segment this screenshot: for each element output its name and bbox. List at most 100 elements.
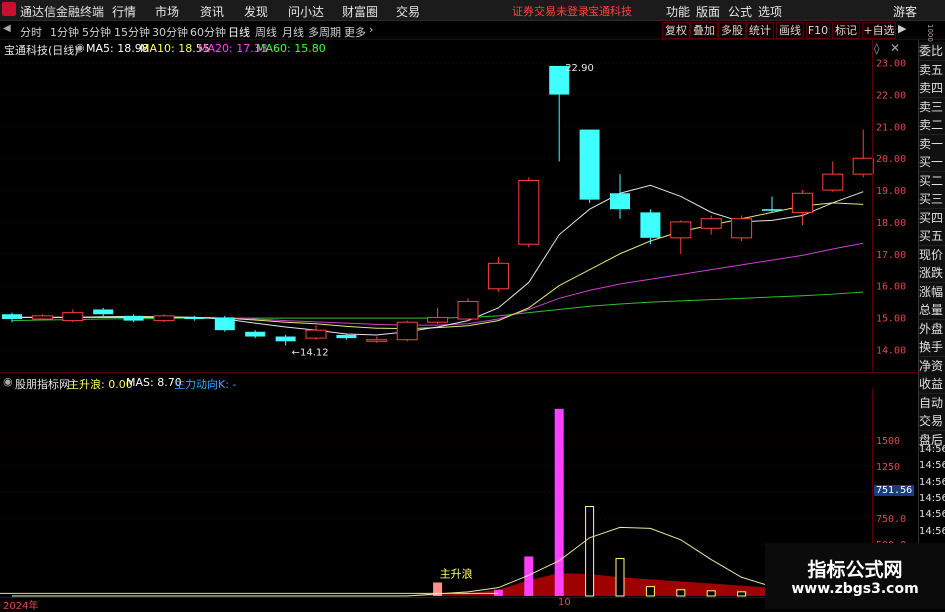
menu-wealth[interactable]: 财富圈	[342, 3, 378, 20]
side-panel-item[interactable]: 自动	[919, 393, 945, 413]
indicator-bar	[493, 589, 503, 596]
candle-body	[731, 218, 753, 239]
indicator-settings-icon[interactable]: ◉	[3, 375, 13, 388]
candle-body	[457, 301, 479, 320]
candle-body	[700, 218, 722, 229]
period-weekly[interactable]: 周线	[255, 24, 277, 40]
candle-body	[487, 262, 509, 290]
side-panel-time: 14:56	[919, 509, 945, 521]
more-chevron-icon[interactable]: ›	[369, 23, 373, 36]
indicator-bar	[706, 590, 716, 597]
main-wave-annotation: 主升浪	[440, 566, 473, 580]
menu-market-quotes[interactable]: 行情	[112, 3, 136, 20]
side-panel-item[interactable]: 买三	[919, 190, 945, 209]
add-watchlist-button[interactable]: +自选	[862, 22, 896, 39]
xaxis-month-label: 10	[558, 597, 571, 608]
menu-function[interactable]: 功能	[666, 3, 690, 20]
candle-body	[153, 315, 175, 322]
side-panel-item[interactable]: 卖三	[919, 97, 945, 117]
kline-chart[interactable]: 23.0022.0021.0020.0019.0018.0017.0016.00…	[0, 40, 918, 372]
menu-discover[interactable]: 发现	[244, 3, 268, 20]
candle-body	[579, 129, 600, 200]
f10-button[interactable]: F10	[806, 22, 830, 39]
side-panel-item[interactable]: 买四	[919, 208, 945, 228]
candle-body	[518, 180, 540, 245]
side-panel-item[interactable]: 买五	[919, 227, 945, 246]
multi-stock-button[interactable]: 多股	[718, 22, 746, 39]
user-label[interactable]: 游客	[893, 3, 917, 20]
period-15min[interactable]: 15分钟	[114, 24, 150, 40]
side-panel-item[interactable]: 现价	[919, 245, 945, 265]
candle-body	[62, 312, 84, 322]
period-daily[interactable]: 日线	[228, 24, 250, 40]
period-30min[interactable]: 30分钟	[152, 24, 188, 40]
period-more[interactable]: 更多	[344, 24, 366, 40]
menu-options[interactable]: 选项	[758, 3, 782, 20]
candle-body	[366, 339, 388, 342]
menu-bar: 通达信金融终端 行情 市场 资讯 发现 问小达 财富圈 交易 证券交易未登录 宝…	[0, 0, 945, 21]
login-warning[interactable]: 证券交易未登录	[512, 3, 589, 19]
period-1min[interactable]: 1分钟	[50, 24, 79, 40]
candle-body	[670, 221, 692, 239]
period-5min[interactable]: 5分钟	[82, 24, 111, 40]
side-panel-time: 14:56	[919, 525, 945, 537]
statistics-button[interactable]: 统计	[746, 22, 774, 39]
candle-body	[2, 314, 22, 320]
candle-body	[852, 157, 874, 175]
xaxis-year-label: 2024年	[3, 601, 39, 612]
side-panel-time: 14:56	[919, 476, 945, 488]
side-panel-item[interactable]: 收益	[919, 375, 945, 394]
side-panel-item[interactable]: 净资	[919, 356, 945, 376]
side-panel-item[interactable]: 涨幅	[919, 282, 945, 302]
period-intraday[interactable]: 分时	[20, 24, 42, 40]
side-panel-item[interactable]: 换手	[919, 338, 945, 357]
candle-body	[822, 173, 844, 191]
candle-body	[184, 317, 205, 320]
current-stock-name: 宝通科技	[588, 5, 632, 18]
candle-body	[396, 321, 418, 341]
indicator-bar	[615, 558, 625, 597]
side-panel-item[interactable]: 外盘	[919, 319, 945, 339]
adjust-button[interactable]: 复权	[662, 22, 690, 39]
mark-button[interactable]: 标记	[832, 22, 860, 39]
candle-body	[640, 212, 661, 238]
watermark: 指标公式网 www.zbgs3.com	[765, 543, 945, 609]
period-60min[interactable]: 60分钟	[190, 24, 226, 40]
menu-ask[interactable]: 问小达	[288, 3, 324, 20]
indicator-current-value: 751.56	[874, 485, 915, 496]
side-panel-item[interactable]: 委比	[919, 42, 945, 61]
menu-trade[interactable]: 交易	[396, 3, 420, 20]
period-monthly[interactable]: 月线	[282, 24, 304, 40]
candle-body	[336, 334, 357, 339]
side-panel-item[interactable]: 总量	[919, 301, 945, 320]
low-price-label: ←14.12	[292, 347, 329, 358]
menu-market[interactable]: 市场	[155, 3, 179, 20]
collapse-right-icon[interactable]: ▶	[898, 22, 916, 37]
side-panel-item[interactable]: 买二	[919, 171, 945, 191]
indicator-bar	[585, 506, 595, 597]
draw-line-button[interactable]: 画线	[776, 22, 804, 39]
candle-body	[427, 316, 449, 323]
side-panel-item[interactable]: 买一	[919, 153, 945, 172]
indicator-bar	[676, 589, 686, 597]
overlay-button[interactable]: 叠加	[690, 22, 718, 39]
watermark-url: www.zbgs3.com	[791, 581, 919, 597]
side-panel-item[interactable]: 卖四	[919, 79, 945, 98]
panel-divider	[0, 372, 918, 373]
app-title: 通达信金融终端	[20, 5, 105, 19]
candle-body	[610, 193, 630, 210]
menu-layout[interactable]: 版面	[696, 3, 720, 20]
menu-formula[interactable]: 公式	[728, 3, 752, 20]
side-panel-item[interactable]: 卖一	[919, 134, 945, 154]
candle-body	[31, 315, 53, 320]
side-panel-item[interactable]: 卖二	[919, 116, 945, 135]
price-axis	[872, 40, 919, 372]
menu-news[interactable]: 资讯	[200, 3, 224, 20]
collapse-left-icon[interactable]: ◀	[3, 23, 11, 34]
side-panel-item[interactable]: 涨跌	[919, 264, 945, 283]
side-panel-item[interactable]: 交易	[919, 412, 945, 431]
side-panel-item[interactable]: 卖五	[919, 60, 945, 80]
side-panel-time: 14:56	[919, 444, 945, 455]
watermark-title: 指标公式网	[807, 559, 903, 581]
period-multi[interactable]: 多周期	[308, 24, 341, 40]
